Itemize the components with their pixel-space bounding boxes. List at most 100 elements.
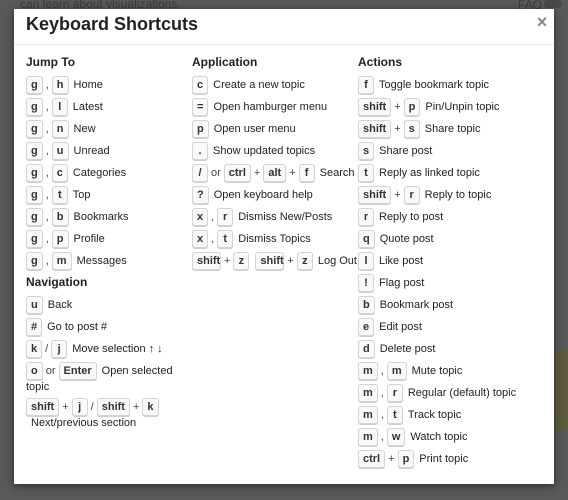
shortcut-row: g, b Bookmarks — [26, 208, 186, 226]
shortcut-description: Delete post — [379, 343, 436, 355]
shortcut-row: k / j Move selection ↑ ↓ — [26, 340, 186, 358]
keyboard-key: r — [358, 208, 374, 226]
key-separator: or — [211, 167, 221, 179]
shortcut-description: Move selection ↑ ↓ — [72, 343, 163, 355]
shortcut-row: shift + p Pin/Unpin topic — [358, 98, 548, 116]
shortcut-row: p Open user menu — [192, 120, 357, 138]
keyboard-key: shift — [255, 252, 285, 270]
shortcut-row: = Open hamburger menu — [192, 98, 357, 116]
keyboard-key: m — [358, 384, 378, 402]
shortcut-description: Show updated topics — [213, 145, 316, 157]
keyboard-key: g — [26, 230, 43, 248]
keyboard-key: l — [51, 98, 68, 116]
shortcut-row: shift + r Reply to topic — [358, 186, 548, 204]
shortcut-row: # Go to post # — [26, 318, 186, 336]
application-list: c Create a new topic = Open hamburger menu p… — [192, 76, 357, 270]
shortcut-row: g, m Messages — [26, 252, 186, 270]
keyboard-key: r — [217, 208, 234, 226]
keyboard-key: r — [403, 186, 420, 204]
key-separator: , — [45, 79, 49, 91]
shortcut-description: Dismiss New/Posts — [238, 211, 333, 223]
keyboard-key: q — [358, 230, 375, 248]
shortcut-description: Open user menu — [213, 123, 296, 135]
close-icon[interactable]: × — [534, 13, 550, 31]
shortcut-description: Quote post — [379, 233, 434, 245]
section-heading-jump-to: Jump To — [26, 55, 76, 69]
shortcut-description: Open keyboard help — [213, 189, 313, 201]
keyboard-key: r — [386, 384, 403, 402]
keyboard-key: k — [142, 398, 159, 416]
shortcut-row: g, t Top — [26, 186, 186, 204]
key-separator: + — [132, 401, 140, 413]
keyboard-key: t — [51, 186, 68, 204]
keyboard-key: d — [358, 340, 375, 358]
key-separator: + — [394, 123, 401, 135]
shortcut-description: Toggle bookmark topic — [379, 79, 490, 91]
keyboard-key: g — [26, 76, 43, 94]
key-separator: , — [45, 145, 49, 157]
keyboard-key: ? — [192, 186, 209, 204]
keyboard-key: . — [192, 142, 208, 160]
keyboard-key: g — [26, 252, 43, 270]
key-separator: , — [45, 255, 49, 267]
keyboard-key: u — [26, 296, 43, 314]
keyboard-key: alt — [263, 164, 287, 182]
keyboard-key: shift — [26, 398, 60, 416]
shortcut-description: Share topic — [424, 123, 481, 135]
keyboard-key: p — [397, 450, 415, 468]
shortcut-row: . Show updated topics — [192, 142, 357, 160]
keyboard-key: shift — [358, 98, 392, 116]
keyboard-key: ctrl — [223, 164, 251, 182]
shortcut-row: g, n New — [26, 120, 186, 138]
shortcut-description: Reply to topic — [424, 189, 492, 201]
background-toggle — [544, 0, 562, 8]
keyboard-key: b — [51, 208, 69, 226]
keyboard-key: m — [386, 362, 407, 380]
keyboard-key: s — [358, 142, 375, 160]
keyboard-key: c — [192, 76, 209, 94]
shortcut-description: Share post — [379, 145, 433, 157]
keyboard-key: ctrl — [358, 450, 386, 468]
keyboard-key: / — [192, 164, 208, 182]
shortcut-description: Track topic — [407, 409, 462, 421]
keyboard-key: m — [358, 362, 378, 380]
shortcut-row: u Back — [26, 296, 186, 314]
shortcut-description: Flag post — [379, 277, 425, 289]
shortcut-row: b Bookmark post — [358, 296, 548, 314]
key-separator: , — [45, 189, 49, 201]
keyboard-key: k — [26, 340, 43, 358]
shortcut-row: g, u Unread — [26, 142, 186, 160]
keyboard-key: h — [51, 76, 69, 94]
keyboard-key: g — [26, 120, 43, 138]
background-banner — [555, 350, 568, 430]
column-right: Actions f Toggle bookmark topic shift + p Pin… — [358, 54, 548, 472]
shortcut-row: x, r Dismiss New/Posts — [192, 208, 357, 226]
shortcut-description: Edit post — [379, 321, 422, 333]
actions-list: f Toggle bookmark topic shift + p Pin/Unpin t… — [358, 76, 548, 468]
keyboard-key: j — [51, 340, 68, 358]
key-separator: + — [289, 167, 296, 179]
keyboard-key: Enter — [58, 362, 97, 380]
shortcut-description: Latest — [72, 101, 103, 113]
shortcut-row: ! Flag post — [358, 274, 548, 292]
keyboard-key: c — [51, 164, 68, 182]
shortcut-description: Home — [73, 79, 103, 91]
keyboard-key: x — [192, 208, 209, 226]
key-separator: + — [394, 189, 401, 201]
key-separator: + — [253, 167, 261, 179]
keyboard-key: j — [71, 398, 88, 416]
keyboard-key: z — [233, 252, 250, 270]
keyboard-key: t — [217, 230, 234, 248]
keyboard-key: l — [358, 252, 374, 270]
shortcut-row: c Create a new topic — [192, 76, 357, 94]
shortcut-row: g, l Latest — [26, 98, 186, 116]
shortcut-row: t Reply as linked topic — [358, 164, 548, 182]
shortcut-description: Pin/Unpin topic — [425, 101, 500, 113]
keyboard-key: shift — [192, 252, 221, 270]
shortcut-row: m, w Watch topic — [358, 428, 548, 446]
keyboard-key: ! — [358, 274, 374, 292]
keyboard-key: m — [358, 428, 378, 446]
keyboard-key: f — [358, 76, 374, 94]
key-separator: + — [287, 255, 294, 267]
key-separator: , — [380, 431, 384, 443]
